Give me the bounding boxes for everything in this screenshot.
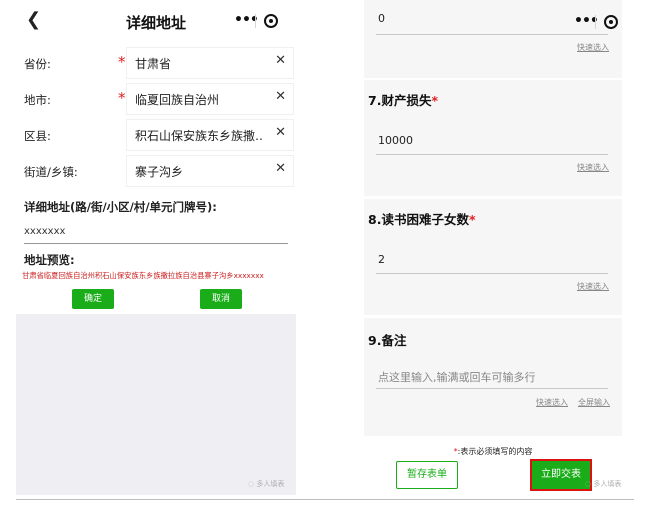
province-value: 甘肃省: [135, 57, 172, 71]
confirm-button[interactable]: 确定: [72, 289, 114, 309]
quick-select-link[interactable]: 快速选入: [577, 42, 609, 53]
detail-address-label: 详细地址(路/街/小区/村/单元门牌号):: [24, 200, 217, 214]
nav-bar: ❮ 详细地址 •••: [16, 0, 296, 42]
capsule-divider: [255, 14, 256, 28]
address-form: 省份: * 甘肃省 ✕ 地市: * 临夏回族自治州 ✕ 区县: 积石山保安族东乡…: [16, 42, 296, 314]
quick-select-link[interactable]: 快速选入: [536, 397, 568, 408]
detail-address-input[interactable]: xxxxxxx: [24, 226, 65, 237]
province-label: 省份:: [24, 57, 51, 71]
answer-underline: [376, 273, 608, 274]
capsule-divider: [595, 15, 596, 29]
previous-answer[interactable]: 0: [378, 12, 385, 25]
submit-button[interactable]: 立即交表: [530, 459, 592, 491]
province-row: 省份: * 甘肃省 ✕: [16, 47, 296, 79]
required-star: *: [118, 89, 126, 107]
question-9-section: 9.备注 点这里输入,输满或回车可输多行 快速选入 全屏输入: [364, 318, 622, 436]
question-8-section: 8.读书困难子女数* 2 快速选入: [364, 199, 622, 315]
answer-underline: [376, 154, 608, 155]
city-value: 临夏回族自治州: [135, 93, 220, 107]
quick-select-link[interactable]: 快速选入: [577, 162, 609, 173]
province-field[interactable]: 甘肃省 ✕: [126, 47, 294, 79]
mini-program-capsule: •••: [226, 9, 284, 33]
question-9-title: 9.备注: [368, 333, 407, 348]
detail-address-underline: [24, 243, 288, 244]
answer-underline: [376, 388, 608, 389]
county-field[interactable]: 积石山保安族东乡族撒… ✕: [126, 119, 294, 151]
question-8-title: 8.读书困难子女数*: [368, 212, 476, 227]
question-8-answer[interactable]: 2: [378, 253, 385, 266]
address-preview-text: 甘肃省临夏回族自治州积石山保安族东乡族撒拉族自治县寨子沟乡xxxxxxx: [22, 271, 264, 280]
answer-underline: [376, 34, 608, 35]
bottom-divider: [16, 499, 634, 500]
county-row: 区县: 积石山保安族东乡族撒… ✕: [16, 119, 296, 151]
county-value: 积石山保安族东乡族撒…: [135, 129, 263, 143]
close-icon[interactable]: ✕: [275, 89, 286, 104]
watermark: ◌ 多人填表: [248, 480, 285, 488]
fullscreen-input-link[interactable]: 全屏输入: [578, 397, 610, 408]
address-screen: ❮ 详细地址 ••• 省份: * 甘肃省 ✕ 地市: * 临夏回族自治州 ✕ 区…: [16, 0, 296, 495]
remarks-input[interactable]: 点这里输入,输满或回车可输多行: [378, 369, 536, 385]
close-icon[interactable]: ✕: [275, 125, 286, 140]
city-label: 地市:: [24, 93, 51, 107]
required-star: *: [118, 53, 126, 71]
town-field[interactable]: 寨子沟乡 ✕: [126, 155, 294, 187]
town-row: 街道/乡镇: 寨子沟乡 ✕: [16, 155, 296, 187]
town-value: 寨子沟乡: [135, 165, 184, 179]
close-icon[interactable]: ✕: [275, 161, 286, 176]
address-preview-label: 地址预览:: [24, 253, 75, 267]
city-row: 地市: * 临夏回族自治州 ✕: [16, 83, 296, 115]
question-7-section: 7.财产损失* 10000 快速选入: [364, 80, 622, 196]
town-label: 街道/乡镇:: [24, 165, 78, 179]
city-field[interactable]: 临夏回族自治州 ✕: [126, 83, 294, 115]
quick-select-link[interactable]: 快速选入: [577, 281, 609, 292]
required-note: *:表示必须填写的内容: [453, 447, 533, 456]
target-circle-icon[interactable]: [264, 14, 278, 28]
watermark: ◌ 多人填表: [585, 480, 622, 488]
question-7-title: 7.财产损失*: [368, 93, 438, 108]
county-label: 区县:: [24, 129, 51, 143]
question-7-answer[interactable]: 10000: [378, 134, 413, 147]
close-icon[interactable]: ✕: [275, 53, 286, 68]
target-circle-icon[interactable]: [604, 15, 618, 29]
cancel-button[interactable]: 取消: [200, 289, 242, 309]
form-screen: 0 快速选入 ••• 7.财产损失* 10000 快速选入 8.读书困难子女数*…: [354, 0, 632, 495]
mini-program-capsule: •••: [566, 10, 624, 34]
save-draft-button[interactable]: 暂存表单: [396, 461, 458, 489]
